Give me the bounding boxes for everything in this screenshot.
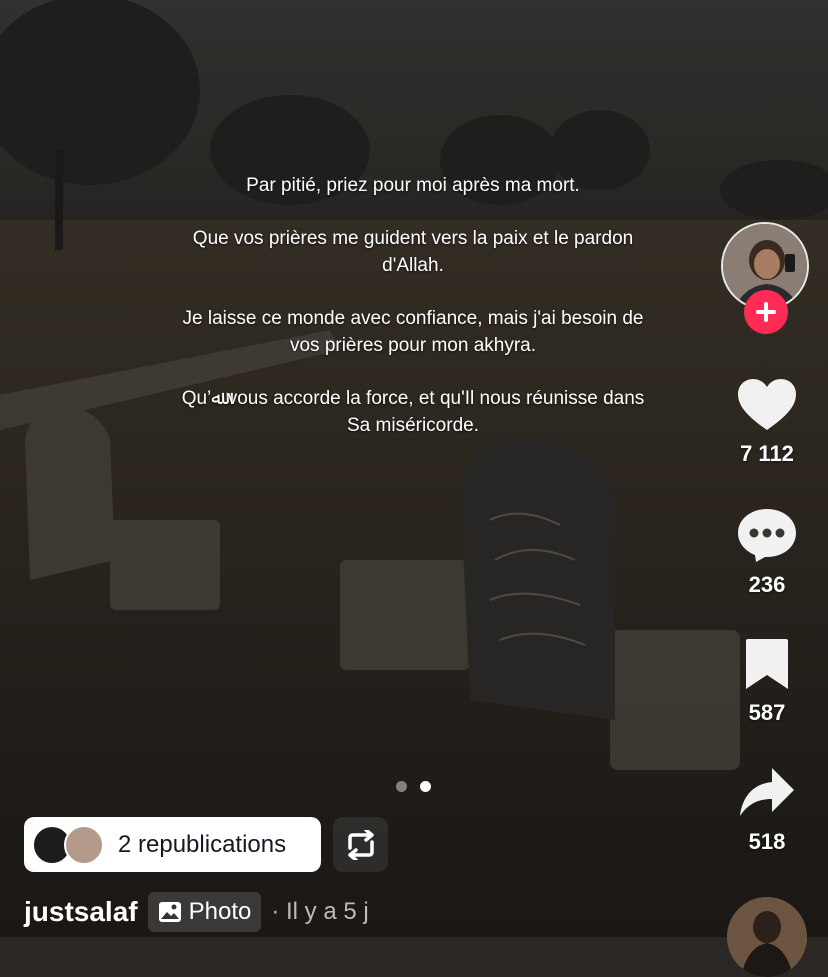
repost-button[interactable] (333, 817, 388, 872)
comment-icon (738, 509, 796, 562)
like-count: 7 112 (740, 441, 794, 466)
music-disc[interactable] (727, 897, 807, 977)
caption-paragraph-3: Je laisse ce monde avec confiance, mais … (182, 308, 644, 356)
save-count: 587 (748, 700, 786, 725)
post-caption: Par pitié, priez pour moi après ma mort.… (180, 172, 646, 465)
like-button[interactable]: 7 112 (717, 378, 817, 467)
reposter-avatars (32, 824, 114, 865)
photo-tag: Photo (147, 892, 262, 932)
post-time: · Il y a 5 j (271, 898, 369, 925)
photo-icon (158, 902, 181, 922)
comment-button[interactable]: 236 (717, 507, 817, 598)
heart-icon (738, 379, 796, 430)
share-count: 518 (748, 829, 786, 854)
republications-label: 2 republications (118, 830, 287, 858)
plus-icon (756, 302, 776, 322)
photo-tag-label: Photo (188, 898, 252, 925)
share-icon (740, 768, 794, 816)
background-photo (0, 0, 828, 937)
author-username[interactable]: justsalaf (24, 896, 138, 928)
follow-button[interactable] (744, 290, 788, 334)
save-button[interactable]: 587 (717, 637, 817, 726)
carousel-indicator (396, 781, 431, 792)
carousel-dot-1[interactable] (396, 781, 407, 792)
reposter-avatar (64, 824, 104, 865)
republications-chip[interactable]: 2 republications (24, 817, 321, 872)
caption-paragraph-1: Par pitié, priez pour moi après ma mort. (246, 175, 580, 196)
caption-paragraph-4: Qu’ﷲ vous accorde la force, et qu'Il nou… (181, 388, 645, 436)
share-button[interactable]: 518 (717, 766, 817, 855)
post-meta: justsalaf Photo · Il y a 5 j (24, 890, 369, 934)
creator-avatar-group (721, 222, 811, 334)
bookmark-icon (746, 639, 788, 689)
caption-paragraph-2: Que vos prières me guident vers la paix … (192, 228, 634, 276)
carousel-dot-2[interactable] (420, 781, 431, 792)
repost-icon (347, 829, 374, 860)
comment-count: 236 (748, 572, 786, 597)
